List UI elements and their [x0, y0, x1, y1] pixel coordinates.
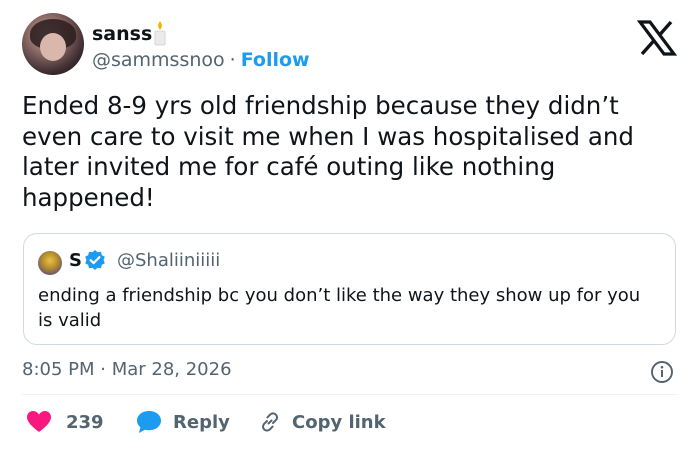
quote-text: ending a friendship bc you don’t like th…: [38, 285, 641, 331]
author-avatar[interactable]: [22, 13, 84, 75]
tweet-text: Ended 8-9 yrs old friendship because the…: [22, 91, 642, 212]
author-display-name[interactable]: sanss: [92, 22, 152, 46]
reply-button[interactable]: Reply: [135, 408, 230, 436]
heart-icon: [27, 411, 51, 432]
copy-link-label: Copy link: [292, 411, 386, 433]
reply-bubble-icon: [137, 411, 161, 433]
follow-button[interactable]: Follow: [241, 49, 310, 71]
verified-badge-icon: [85, 250, 105, 270]
author-handle-row: @sammssnoo · Follow: [92, 48, 310, 72]
quote-author-avatar[interactable]: [38, 251, 62, 275]
author-handle[interactable]: @sammssnoo: [92, 49, 225, 71]
divider: [22, 394, 678, 395]
tweet-timestamp[interactable]: 8:05 PM · Mar 28, 2026: [22, 358, 232, 382]
quote-author-handle[interactable]: @Shaliiniiiii: [117, 249, 220, 273]
info-icon[interactable]: [650, 360, 674, 384]
avatar-face: [40, 33, 66, 61]
quote-author-name[interactable]: S: [69, 249, 82, 273]
candle-icon: [154, 21, 166, 46]
reply-label: Reply: [173, 411, 230, 433]
x-logo[interactable]: [637, 20, 677, 56]
quote-tweet-card[interactable]: S @Shaliiniiiii ending a friendship bc y…: [23, 233, 676, 345]
copy-link-button[interactable]: Copy link: [258, 408, 386, 436]
separator-dot: ·: [229, 49, 236, 71]
link-icon: [262, 412, 278, 432]
like-count: 239: [66, 411, 104, 433]
like-button[interactable]: 239: [26, 408, 104, 436]
